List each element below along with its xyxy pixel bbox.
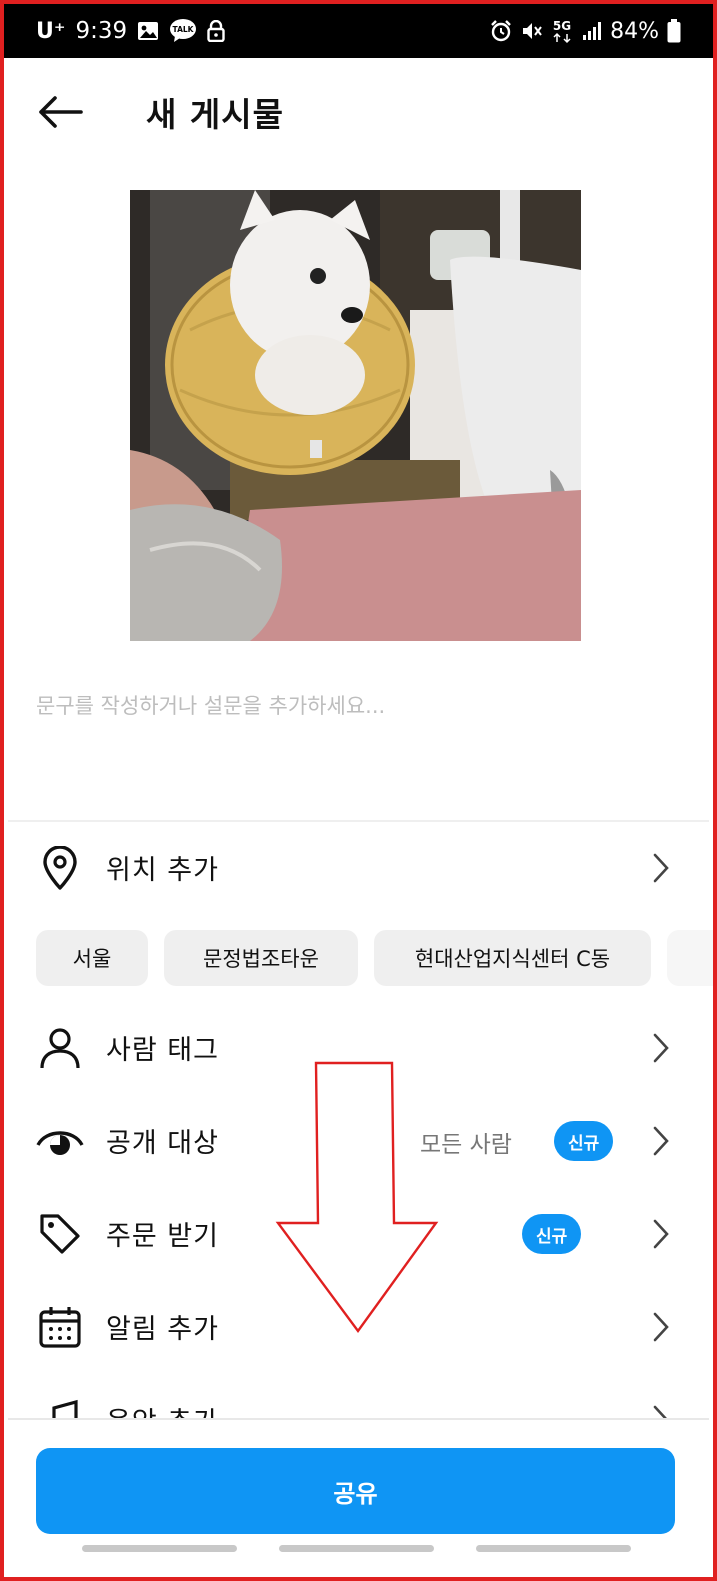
new-badge: 신규 — [522, 1214, 582, 1254]
status-bar: U⁺ 9:39 TALK 5G 84% — [4, 4, 713, 58]
eye-icon — [36, 1117, 84, 1165]
audience-row[interactable]: 공개 대상 모든 사람 신규 — [8, 1099, 709, 1183]
chevron-right-icon — [653, 1033, 669, 1063]
back-button[interactable] — [36, 90, 84, 134]
mute-icon — [520, 20, 542, 42]
5g-icon: 5G — [550, 18, 574, 44]
tag-icon — [36, 1210, 84, 1258]
location-chip[interactable]: 문정법조타운 — [164, 930, 358, 986]
post-photo[interactable] — [130, 190, 581, 641]
music-icon — [36, 1396, 84, 1418]
carrier-label: U⁺ — [36, 18, 66, 44]
back-arrow-icon — [39, 96, 83, 128]
alarm-icon — [490, 20, 512, 42]
take-orders-label: 주문 받기 — [106, 1221, 219, 1252]
new-badge: 신규 — [554, 1121, 614, 1161]
chevron-right-icon — [653, 1405, 667, 1418]
add-reminder-row[interactable]: 알림 추가 — [8, 1285, 709, 1369]
tag-people-label: 사람 태그 — [106, 1035, 219, 1066]
person-icon — [36, 1024, 84, 1072]
location-chip-partial[interactable] — [667, 930, 717, 986]
nav-bar-segment — [82, 1545, 237, 1552]
nav-bar-segment — [279, 1545, 434, 1552]
add-music-row[interactable]: 음악 추가 — [8, 1378, 709, 1418]
location-chip[interactable]: 서울 — [36, 930, 148, 986]
talk-label: TALK — [173, 25, 195, 34]
divider — [8, 1418, 709, 1420]
tag-people-row[interactable]: 사람 태그 — [8, 1006, 709, 1090]
audience-label: 공개 대상 — [106, 1128, 219, 1159]
add-reminder-label: 알림 추가 — [106, 1314, 219, 1345]
add-location-label: 위치 추가 — [106, 855, 219, 886]
divider — [8, 820, 709, 822]
battery-percent: 84% — [610, 18, 659, 44]
lock-icon — [207, 20, 225, 42]
battery-icon — [667, 19, 681, 43]
add-location-row[interactable]: 위치 추가 — [8, 826, 709, 910]
caption-input[interactable]: 문구를 작성하거나 설문을 추가하세요... — [36, 690, 676, 720]
location-suggestions: 서울 문정법조타운 현대산업지식센터 C동 — [36, 930, 717, 986]
audience-value: 모든 사람 — [420, 1132, 512, 1158]
chevron-right-icon — [653, 1126, 669, 1156]
location-pin-icon — [36, 844, 84, 892]
network-label: 5G — [553, 19, 571, 33]
add-music-label: 음악 추가 — [106, 1400, 219, 1418]
calendar-icon — [36, 1303, 84, 1351]
page-title: 새 게시물 — [146, 95, 284, 134]
nav-bar-segment — [476, 1545, 631, 1552]
chevron-right-icon — [653, 1312, 669, 1342]
signal-icon — [582, 21, 602, 41]
share-button[interactable]: 공유 — [36, 1448, 675, 1534]
clock-time: 9:39 — [75, 18, 128, 44]
chevron-right-icon — [653, 1219, 669, 1249]
take-orders-row[interactable]: 주문 받기 신규 — [8, 1192, 709, 1276]
image-icon — [137, 21, 159, 41]
location-chip[interactable]: 현대산업지식센터 C동 — [374, 930, 651, 986]
chevron-right-icon — [653, 853, 669, 883]
kakaotalk-icon: TALK — [169, 19, 197, 43]
